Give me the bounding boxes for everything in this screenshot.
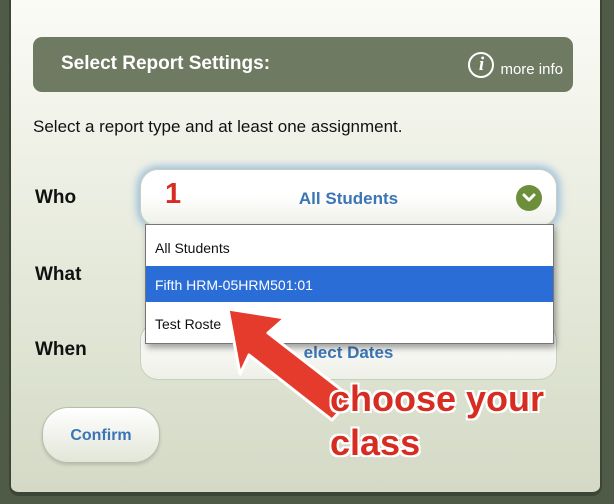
callout-line-2: class [330, 422, 421, 463]
annotation-arrow [226, 307, 354, 422]
callout-line-1: choose your [330, 378, 545, 419]
